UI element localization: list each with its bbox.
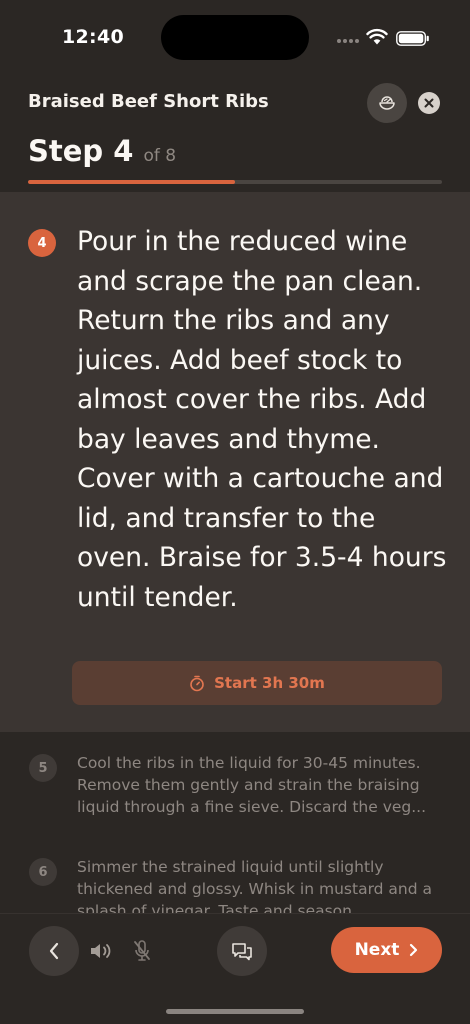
step-number-badge: 5 xyxy=(29,754,57,782)
chat-button[interactable] xyxy=(217,926,267,976)
mic-off-icon[interactable] xyxy=(131,939,153,963)
step-progress-fill xyxy=(28,180,235,184)
step-number-badge: 4 xyxy=(28,229,56,257)
recipe-button[interactable] xyxy=(367,83,407,123)
next-step-button[interactable]: Next xyxy=(331,927,442,973)
step-number-badge: 6 xyxy=(29,858,57,886)
signal-icon xyxy=(337,38,361,44)
next-label: Next xyxy=(354,940,400,960)
previous-step-button[interactable] xyxy=(29,926,79,976)
current-step-text: Pour in the reduced wine and scrape the … xyxy=(77,226,447,613)
step-header: Braised Beef Short Ribs Step 4 of 8 xyxy=(0,76,470,192)
battery-icon xyxy=(396,31,429,46)
step-of-total: of 8 xyxy=(143,146,177,166)
step-progress-bar xyxy=(28,180,442,184)
close-icon xyxy=(424,98,434,108)
home-indicator xyxy=(166,1009,304,1014)
chevron-right-icon xyxy=(410,943,418,957)
current-step-card: 4 Pour in the reduced wine and scrape th… xyxy=(0,192,470,732)
dynamic-island xyxy=(161,15,309,60)
wifi-icon xyxy=(366,28,388,45)
timer-label: Start 3h 30m xyxy=(214,674,325,692)
chevron-left-icon xyxy=(49,942,59,960)
step-label: Step 4 xyxy=(28,134,134,168)
bottom-toolbar: Next xyxy=(0,913,470,1024)
step-text: Cool the ribs in the liquid for 30-45 mi… xyxy=(77,754,427,816)
speaker-icon[interactable] xyxy=(89,940,113,962)
recipe-title: Braised Beef Short Ribs xyxy=(28,91,269,112)
timer-icon xyxy=(190,675,204,691)
status-bar: 12:40 xyxy=(0,0,470,76)
status-time: 12:40 xyxy=(62,26,124,48)
start-timer-button[interactable]: Start 3h 30m xyxy=(72,661,442,705)
step-heading: Step 4 of 8 xyxy=(28,134,176,168)
bowl-icon xyxy=(379,96,395,110)
close-button[interactable] xyxy=(418,92,440,114)
chat-icon xyxy=(232,943,252,961)
